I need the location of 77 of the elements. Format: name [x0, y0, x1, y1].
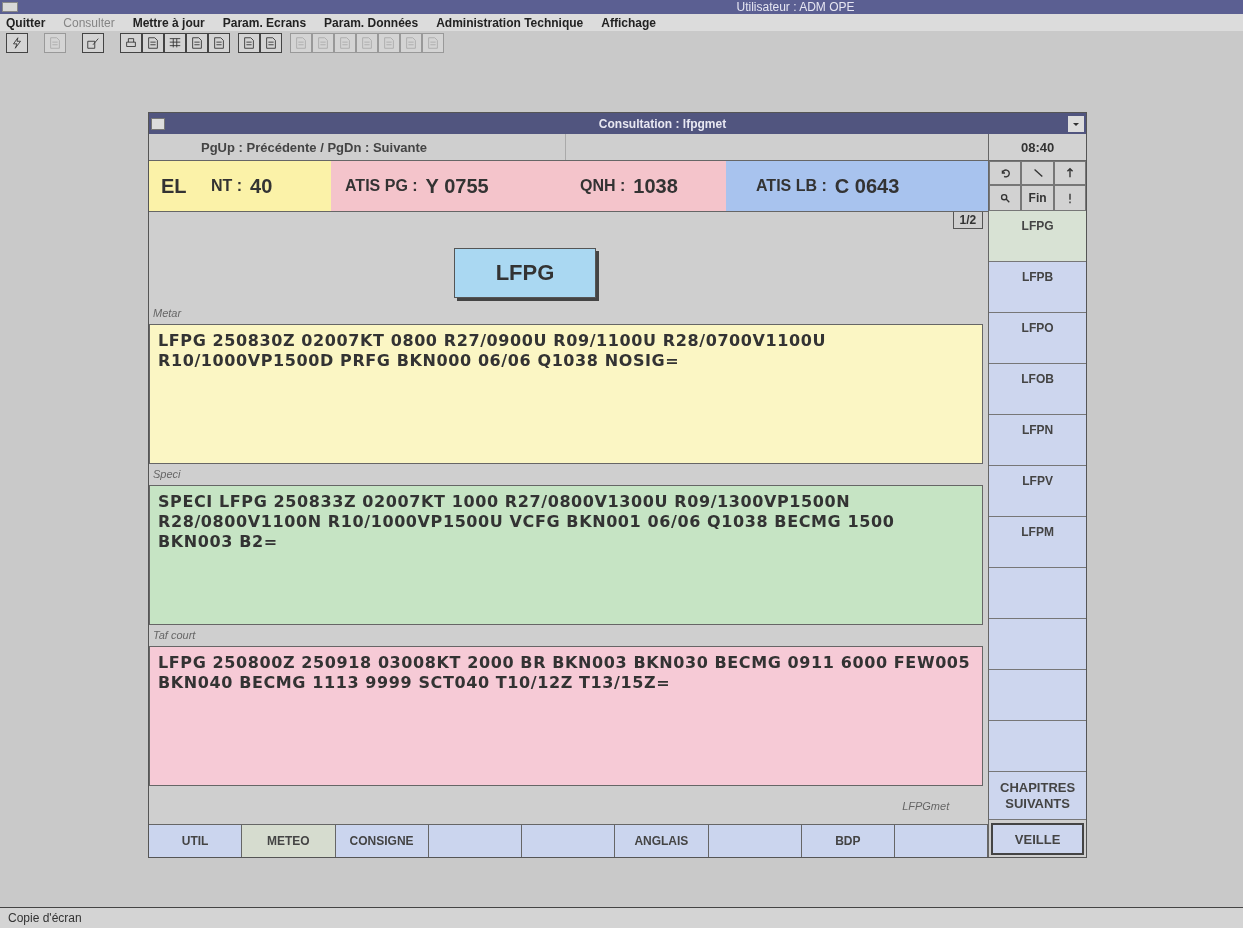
page-indicator: 1/2	[952, 212, 984, 229]
bulletin-text: LFPG 250800Z 250918 03008KT 2000 BR BKN003 BKN030 BECMG 0911 6000 FEW005 BKN040 BECMG 1113 9999 SCT040 T10/12Z T13/15Z=	[149, 646, 984, 786]
search-button[interactable]	[989, 185, 1022, 211]
toolbar-button[interactable]	[6, 33, 28, 53]
menu-item[interactable]: Administration Technique	[436, 15, 584, 30]
key-hint: PgUp : Précédente / PgDn : Suivante	[149, 134, 566, 160]
system-menu-icon[interactable]	[151, 117, 165, 130]
document-icon	[338, 36, 352, 50]
document-icon	[316, 36, 330, 50]
header-field: QNH : 1038	[580, 161, 726, 211]
station-item[interactable]: LFPG	[989, 211, 1086, 262]
function-tab[interactable]: METEO	[242, 825, 336, 857]
document-icon	[190, 36, 204, 50]
window-title: Consultation : lfpgmet	[597, 116, 728, 131]
function-tab[interactable]: BDP	[801, 825, 895, 857]
function-tab[interactable]	[708, 825, 802, 857]
station-item[interactable]: LFPO	[989, 313, 1086, 364]
screen-name: LFPGmet	[902, 800, 950, 814]
station-item[interactable]: LFPV	[989, 466, 1086, 517]
station-item[interactable]: LFPM	[989, 517, 1086, 568]
pencil-icon	[86, 36, 100, 50]
bulletin-label: Metar	[152, 306, 182, 321]
undo-button[interactable]	[989, 161, 1022, 185]
printer-icon	[124, 36, 138, 50]
exclamation-button[interactable]	[1053, 185, 1086, 211]
dropdown-icon[interactable]	[1068, 115, 1084, 132]
document-icon	[404, 36, 418, 50]
toolbar-button[interactable]	[120, 33, 142, 53]
bulletin-text: LFPG 250830Z 02007KT 0800 R27/0900U R09/1100U R28/0700V1100U R10/1000VP1500D PRFG BKN000 06/06 Q1038 NOSIG=	[149, 324, 984, 464]
menu-item[interactable]: Param. Ecrans	[222, 15, 307, 30]
toolbar-button[interactable]	[164, 33, 186, 53]
station-item[interactable]: LFOB	[989, 364, 1086, 415]
document-icon	[382, 36, 396, 50]
toolbar-button[interactable]	[238, 33, 260, 53]
menu-item[interactable]: Param. Données	[324, 15, 419, 30]
search-icon	[999, 192, 1012, 204]
function-tab[interactable]	[895, 825, 989, 857]
standby-button[interactable]: VEILLE	[991, 823, 1084, 855]
document-icon	[146, 36, 160, 50]
document-icon	[48, 36, 62, 50]
function-tab[interactable]: CONSIGNE	[335, 825, 429, 857]
toolbar-button[interactable]	[260, 33, 282, 53]
bulletin-text: SPECI LFPG 250833Z 02007KT 1000 R27/0800V1300U R09/1300VP1500N R28/0800V1100N R10/1000VP1500U VCFG BKN001 06/06 Q1038 BECMG 1500 BKN003 B2=	[149, 485, 984, 625]
status-text: Copie d'écran	[8, 911, 82, 925]
app-title: Utilisateur : ADM OPE	[735, 0, 856, 14]
next-chapters-button[interactable]: CHAPITRES SUIVANTS	[989, 772, 1086, 820]
header-field: ATIS LB : C 0643	[726, 161, 989, 211]
bulletin-label: Taf court	[152, 628, 196, 643]
menu-item[interactable]: Quitter	[6, 15, 46, 30]
end-button[interactable]: Fin	[1021, 185, 1054, 211]
function-tab[interactable]: ANGLAIS	[615, 825, 709, 857]
header-field: EL	[149, 161, 211, 211]
document-icon	[294, 36, 308, 50]
lightning-icon	[10, 36, 24, 50]
document-icon	[264, 36, 278, 50]
toolbar-button[interactable]	[186, 33, 208, 53]
toolbar-button[interactable]	[208, 33, 230, 53]
document-icon	[212, 36, 226, 50]
menu-item[interactable]: Mettre à jour	[132, 15, 205, 30]
document-icon	[360, 36, 374, 50]
system-menu-icon[interactable]	[2, 2, 18, 12]
function-tab[interactable]	[428, 825, 522, 857]
station-item[interactable]: LFPB	[989, 262, 1086, 313]
toolbar-button[interactable]	[142, 33, 164, 53]
up-arrow-button[interactable]	[1053, 161, 1086, 185]
document-icon	[426, 36, 440, 50]
header-field: NT : 40	[211, 161, 331, 211]
station-item[interactable]: LFPN	[989, 415, 1086, 466]
menu-item[interactable]: Affichage	[601, 15, 656, 30]
undo-icon	[999, 167, 1012, 179]
document-icon	[242, 36, 256, 50]
toolbar-button[interactable]	[82, 33, 104, 53]
header-field: ATIS PG : Y 0755	[331, 161, 580, 211]
bulletin-label: Speci	[152, 467, 181, 482]
grid-icon	[168, 36, 182, 50]
function-tab[interactable]: UTIL	[149, 825, 243, 857]
station-button[interactable]: LFPG	[454, 248, 596, 298]
